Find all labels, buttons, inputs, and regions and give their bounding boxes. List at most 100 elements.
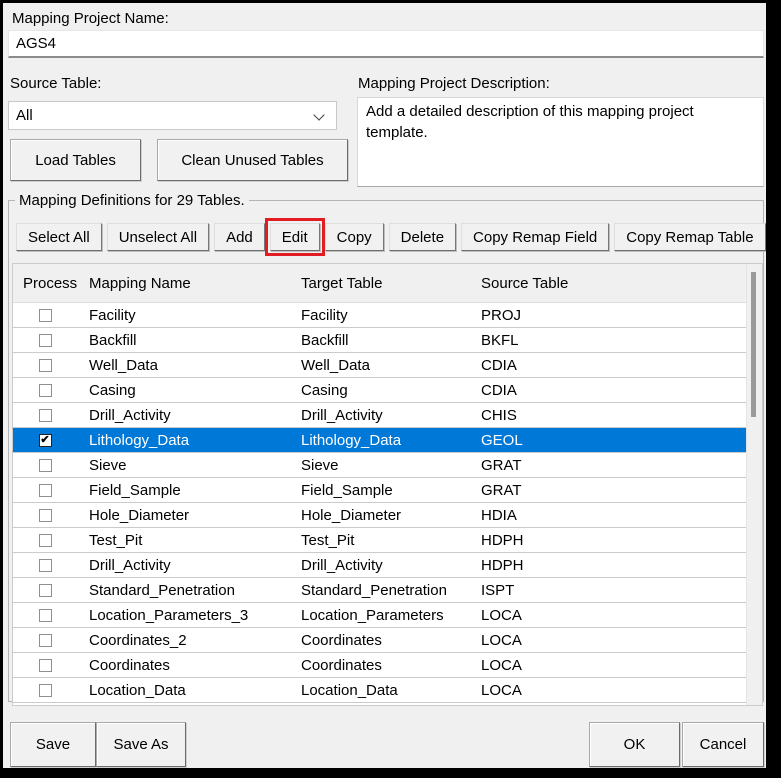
mapping-name-cell: Backfill (89, 331, 137, 349)
table-row[interactable]: Sieve Sieve GRAT (13, 453, 746, 478)
table-rows: Facility Facility PROJ Backfill Backfill BKFL… (13, 302, 746, 703)
process-cell (13, 583, 77, 597)
target-table-cell: Test_Pit (301, 531, 355, 549)
process-cell (13, 458, 77, 472)
table-row[interactable]: Drill_Activity Drill_Activity HDPH (13, 553, 746, 578)
toolbar-select-all-button[interactable]: Select All (16, 223, 102, 251)
table-row[interactable]: Casing Casing CDIA (13, 378, 746, 403)
process-checkbox[interactable] (38, 508, 52, 522)
clean-unused-tables-button[interactable]: Clean Unused Tables (157, 139, 348, 181)
target-table-cell: Location_Data (301, 681, 398, 699)
project-name-input[interactable]: AGS4 (8, 30, 764, 58)
definitions-toolbar: Select All Unselect All Add Edit Copy Delete C… (16, 218, 766, 256)
toolbar-copy-remap-table-button[interactable]: Copy Remap Table (614, 223, 766, 251)
process-cell (13, 533, 77, 547)
target-table-cell: Hole_Diameter (301, 506, 402, 524)
source-table-cell: HDPH (481, 531, 524, 549)
definitions-group-title: Mapping Definitions for 29 Tables. (19, 192, 245, 209)
process-checkbox-checked[interactable]: ✔ (38, 433, 52, 447)
toolbar-copy-button[interactable]: Copy (324, 223, 384, 251)
table-row[interactable]: Location_Parameters_3 Location_Parameters… (13, 603, 746, 628)
process-checkbox[interactable] (38, 583, 52, 597)
mapping-name-cell: Location_Data (89, 681, 186, 699)
process-cell (13, 558, 77, 572)
table-header: Process Mapping Name Target Table Source… (13, 264, 746, 302)
mapping-name-cell: Field_Sample (89, 481, 181, 499)
source-table-cell: LOCA (481, 681, 522, 699)
toolbar-delete-button[interactable]: Delete (388, 223, 457, 251)
process-cell (13, 308, 77, 322)
save-as-button[interactable]: Save As (96, 722, 186, 767)
mapping-name-cell: Coordinates (89, 656, 170, 674)
target-table-cell: Facility (301, 306, 348, 324)
vertical-scrollbar[interactable] (746, 264, 762, 705)
process-checkbox[interactable] (38, 408, 52, 422)
source-table-cell: PROJ (481, 306, 522, 324)
mapping-name-cell: Location_Parameters_3 (89, 606, 249, 624)
process-checkbox[interactable] (38, 358, 52, 372)
toolbar-edit-button[interactable]: Edit (264, 218, 325, 256)
source-table-cell: ISPT (481, 581, 515, 599)
process-checkbox[interactable] (38, 308, 52, 322)
table-row[interactable]: Drill_Activity Drill_Activity CHIS (13, 403, 746, 428)
source-table-cell: GRAT (481, 481, 522, 499)
process-checkbox[interactable] (38, 458, 52, 472)
process-checkbox[interactable] (38, 333, 52, 347)
process-checkbox[interactable] (38, 383, 52, 397)
mapping-name-cell: Test_Pit (89, 531, 143, 549)
table-row[interactable]: Field_Sample Field_Sample GRAT (13, 478, 746, 503)
table-row[interactable]: Test_Pit Test_Pit HDPH (13, 528, 746, 553)
target-table-cell: Well_Data (301, 356, 370, 374)
mapping-name-cell: Drill_Activity (89, 406, 171, 424)
process-cell (13, 408, 77, 422)
mapping-name-cell: Lithology_Data (89, 431, 190, 449)
ok-button[interactable]: OK (589, 722, 680, 767)
cancel-button[interactable]: Cancel (682, 722, 764, 767)
toolbar-add-button[interactable]: Add (214, 223, 265, 251)
target-table-cell: Sieve (301, 456, 339, 474)
target-table-cell: Casing (301, 381, 348, 399)
source-table-selected-value: All (16, 107, 33, 124)
source-table-cell: LOCA (481, 631, 522, 649)
table-row[interactable]: Backfill Backfill BKFL (13, 328, 746, 353)
target-table-cell: Drill_Activity (301, 406, 383, 424)
mapping-name-cell: Hole_Diameter (89, 506, 190, 524)
process-checkbox[interactable] (38, 658, 52, 672)
toolbar-copy-remap-field-button[interactable]: Copy Remap Field (461, 223, 610, 251)
process-checkbox[interactable] (38, 633, 52, 647)
process-checkbox[interactable] (38, 608, 52, 622)
table-row[interactable]: Hole_Diameter Hole_Diameter HDIA (13, 503, 746, 528)
process-cell: ✔ (13, 433, 77, 447)
save-button[interactable]: Save (10, 722, 96, 767)
source-table-cell: LOCA (481, 606, 522, 624)
source-table-cell: GRAT (481, 456, 522, 474)
table-row[interactable]: Coordinates Coordinates LOCA (13, 653, 746, 678)
toolbar-unselect-all-button[interactable]: Unselect All (106, 223, 210, 251)
process-checkbox[interactable] (38, 533, 52, 547)
table-row[interactable]: ✔ Lithology_Data Lithology_Data GEOL (13, 428, 746, 453)
project-name-label: Mapping Project Name: (12, 10, 169, 27)
table-row[interactable]: Standard_Penetration Standard_Penetration… (13, 578, 746, 603)
column-header-target-table: Target Table (301, 274, 383, 292)
target-table-cell: Coordinates (301, 656, 382, 674)
table-row[interactable]: Coordinates_2 Coordinates LOCA (13, 628, 746, 653)
process-checkbox[interactable] (38, 683, 52, 697)
process-cell (13, 633, 77, 647)
table-row[interactable]: Facility Facility PROJ (13, 303, 746, 328)
source-table-select[interactable]: All (8, 101, 337, 130)
process-cell (13, 483, 77, 497)
table-row[interactable]: Location_Data Location_Data LOCA (13, 678, 746, 703)
mapping-project-dialog: Mapping Project Name: AGS4 Source Table:… (0, 0, 781, 778)
process-checkbox[interactable] (38, 483, 52, 497)
table-row[interactable]: Well_Data Well_Data CDIA (13, 353, 746, 378)
process-checkbox[interactable] (38, 558, 52, 572)
process-cell (13, 333, 77, 347)
chevron-down-icon (313, 109, 325, 121)
target-table-cell: Coordinates (301, 631, 382, 649)
source-table-label: Source Table: (10, 75, 102, 92)
load-tables-button[interactable]: Load Tables (10, 139, 141, 181)
scrollbar-thumb[interactable] (751, 272, 756, 417)
process-cell (13, 358, 77, 372)
process-cell (13, 383, 77, 397)
description-textarea[interactable]: Add a detailed description of this mappi… (357, 97, 764, 187)
